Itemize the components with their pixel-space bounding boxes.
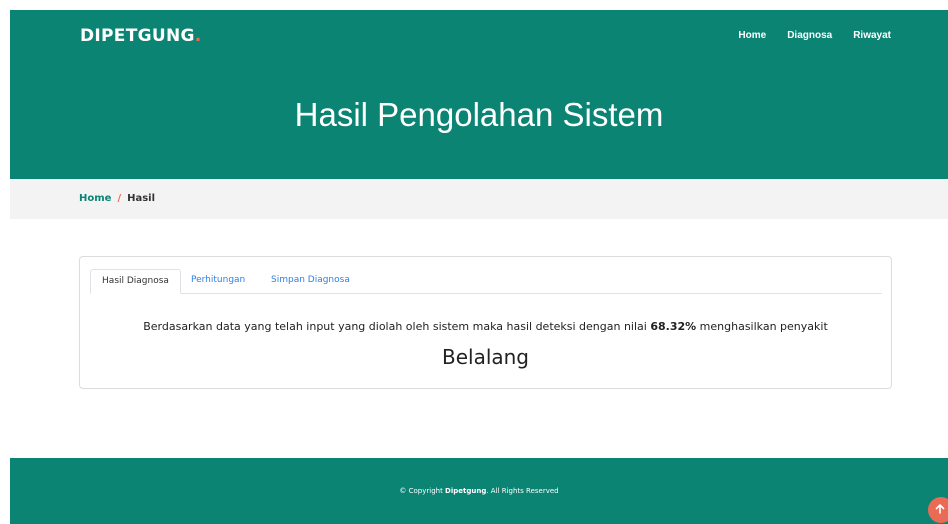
breadcrumb-current: Hasil (127, 193, 156, 204)
result-text-before: Berdasarkan data yang telah input yang d… (143, 320, 651, 333)
nav-riwayat-link[interactable]: Riwayat (853, 30, 891, 41)
breadcrumb: Home / Hasil (79, 193, 155, 204)
tab-bar: Hasil Diagnosa Perhitungan Simpan Diagno… (90, 269, 882, 294)
breadcrumb-bar: Home / Hasil (10, 179, 948, 219)
breadcrumb-home-link[interactable]: Home (79, 193, 111, 204)
back-to-top-button[interactable] (928, 497, 948, 523)
tab-perhitungan[interactable]: Perhitungan (191, 269, 245, 294)
result-card: Hasil Diagnosa Perhitungan Simpan Diagno… (79, 256, 892, 389)
footer: © Copyright Dipetgung. All Rights Reserv… (10, 458, 948, 524)
arrow-up-icon (935, 504, 945, 514)
copyright-brand: Dipetgung (445, 487, 487, 495)
result-disease-name: Belalang (441, 345, 530, 369)
page-title: Hasil Pengolahan Sistem (294, 96, 664, 133)
brand-name: DIPETGUNG (80, 26, 195, 46)
nav-diagnosa-link[interactable]: Diagnosa (787, 30, 832, 41)
hero-header: DIPETGUNG. Home Diagnosa Riwayat Hasil P… (10, 10, 948, 179)
result-value: 68.32% (650, 320, 697, 333)
copyright-prefix: © Copyright (399, 487, 446, 495)
breadcrumb-separator: / (117, 193, 122, 204)
result-text-after: menghasilkan penyakit (696, 320, 828, 333)
tab-simpan-diagnosa[interactable]: Simpan Diagnosa (271, 269, 350, 294)
result-description: Berdasarkan data yang telah input yang d… (80, 320, 891, 333)
tab-hasil-diagnosa[interactable]: Hasil Diagnosa (90, 269, 181, 294)
brand-logo[interactable]: DIPETGUNG. (80, 26, 202, 46)
main-nav: Home Diagnosa Riwayat (738, 30, 891, 41)
copyright-suffix: . All Rights Reserved (486, 487, 559, 495)
page: DIPETGUNG. Home Diagnosa Riwayat Hasil P… (0, 0, 948, 524)
brand-dot: . (194, 26, 202, 46)
copyright-text: © Copyright Dipetgung. All Rights Reserv… (10, 487, 948, 495)
nav-home-link[interactable]: Home (738, 30, 766, 41)
